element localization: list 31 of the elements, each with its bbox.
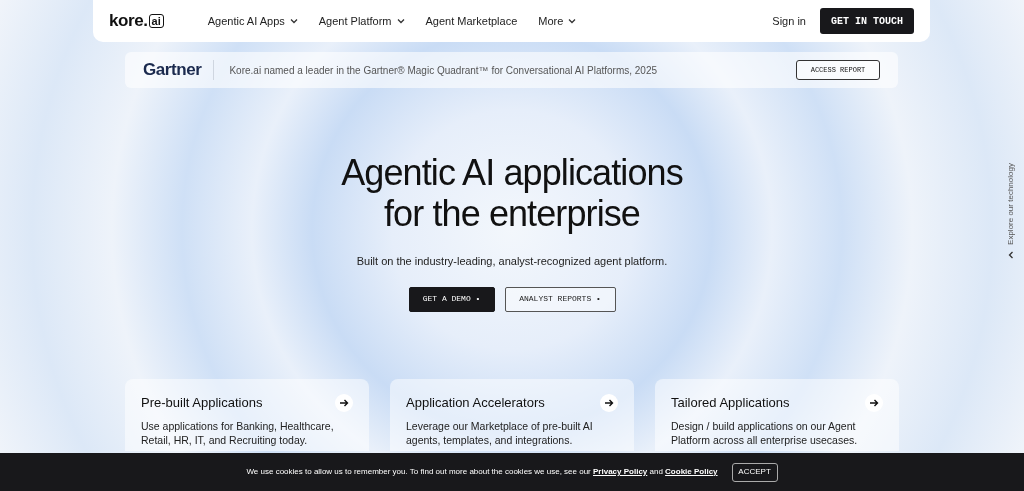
- logo[interactable]: kore. ai: [109, 8, 164, 34]
- card-description: Design / build applications on our Agent Platform across all enterprise usecases.: [671, 418, 859, 447]
- feature-card[interactable]: Pre-built Applications Use applications for Banking, Healthcare, Retail, HR, IT, and Recruiting today.: [125, 379, 369, 451]
- cta-button[interactable]: GET A DEMO •: [408, 286, 495, 312]
- card-title: Application Accelerators: [406, 394, 545, 412]
- cookie-policy-link[interactable]: Cookie Policy: [665, 467, 718, 476]
- brand-logo: Gartner: [143, 59, 203, 82]
- explore-link[interactable]: Explore our technology: [1005, 160, 1017, 248]
- card-description: Use applications for Banking, Healthcare, Retail, HR, IT, and Recruiting today.: [141, 418, 335, 447]
- hero-subtitle: Built on the industry-leading, analyst-recognized agent platform.: [356, 254, 668, 269]
- arrow-right-icon[interactable]: [600, 393, 618, 412]
- nav-link[interactable]: Agentic AI Apps: [207, 12, 298, 30]
- nav-link[interactable]: More: [538, 12, 577, 30]
- privacy-policy-link[interactable]: Privacy Policy: [593, 467, 648, 476]
- arrow-right-icon[interactable]: [335, 393, 353, 412]
- get-in-touch-button[interactable]: GET IN TOUCH: [820, 8, 914, 34]
- feature-card[interactable]: Tailored Applications Design / build applications on our Agent Platform across all enterprise usecases.: [655, 379, 899, 451]
- card-title: Tailored Applications: [671, 394, 790, 412]
- announcement-text: Kore.ai named a leader in the Gartner® Magic Quadrant™ for Conversational AI Platforms, 2025: [229, 63, 658, 78]
- chevron-left-icon[interactable]: [1008, 251, 1014, 259]
- cookie-notice: We use cookies to allow us to remember you. To find out more about the cookies we use, see our Privacy Policy and Cookie Policy: [246, 466, 718, 478]
- nav-link[interactable]: Agent Platform: [318, 12, 405, 30]
- feature-card[interactable]: Application Accelerators Leverage our Marketplace of pre-built AI agents, templates, and integrations.: [390, 379, 634, 451]
- accept-button[interactable]: ACCEPT: [731, 462, 778, 482]
- cta-button[interactable]: ANALYST REPORTS •: [504, 286, 616, 312]
- sign-in-link[interactable]: Sign in: [772, 12, 806, 30]
- nav-link[interactable]: Agent Marketplace: [425, 12, 518, 30]
- card-title: Pre-built Applications: [141, 394, 263, 412]
- arrow-right-icon[interactable]: [865, 393, 883, 412]
- hero-heading: Agentic AI applications for the enterprise: [341, 152, 683, 234]
- card-description: Leverage our Marketplace of pre-built AI agents, templates, and integrations.: [406, 418, 594, 447]
